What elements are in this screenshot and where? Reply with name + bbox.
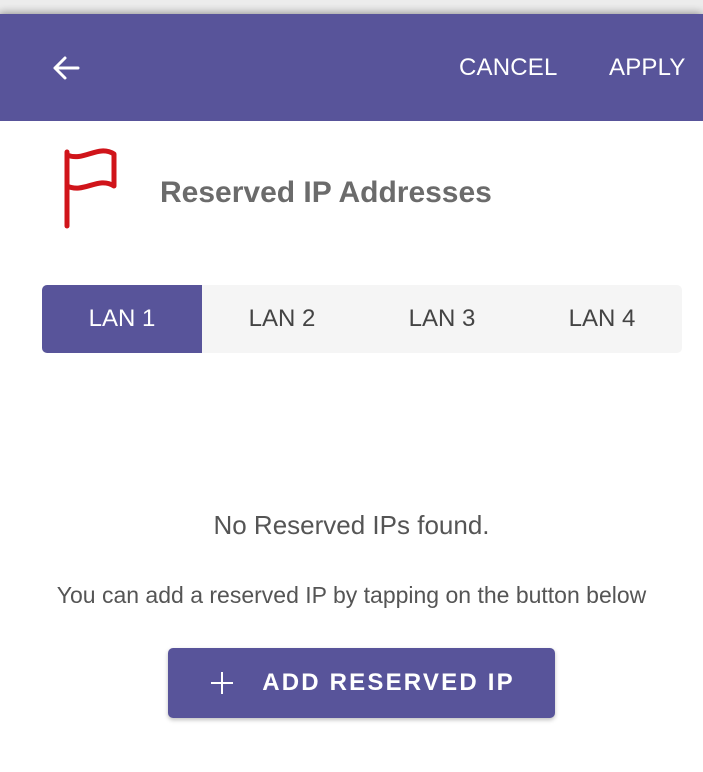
add-button-label: ADD RESERVED IP: [262, 669, 515, 696]
lan-tabs: LAN 1 LAN 2 LAN 3 LAN 4: [42, 285, 682, 353]
tab-lan-1[interactable]: LAN 1: [42, 285, 202, 353]
app-screen: CANCEL APPLY Reserved IP Addresses LAN 1…: [0, 14, 703, 772]
tab-lan-4[interactable]: LAN 4: [522, 285, 682, 353]
apply-button[interactable]: APPLY: [609, 54, 686, 82]
empty-state-title: No Reserved IPs found.: [213, 510, 490, 540]
section-header: Reserved IP Addresses: [54, 146, 654, 236]
plus-icon: [211, 672, 234, 694]
add-reserved-ip-button[interactable]: ADD RESERVED IP: [168, 648, 555, 718]
back-button[interactable]: [48, 50, 84, 86]
arrow-left-icon: [53, 56, 80, 80]
tab-lan-3[interactable]: LAN 3: [362, 285, 522, 353]
section-title: Reserved IP Addresses: [160, 176, 492, 209]
tab-lan-2[interactable]: LAN 2: [202, 285, 362, 353]
cancel-button[interactable]: CANCEL: [459, 54, 558, 82]
app-bar: CANCEL APPLY: [0, 14, 703, 121]
flag-icon: [64, 148, 117, 229]
empty-state-subtitle: You can add a reserved IP by tapping on …: [56, 582, 647, 608]
